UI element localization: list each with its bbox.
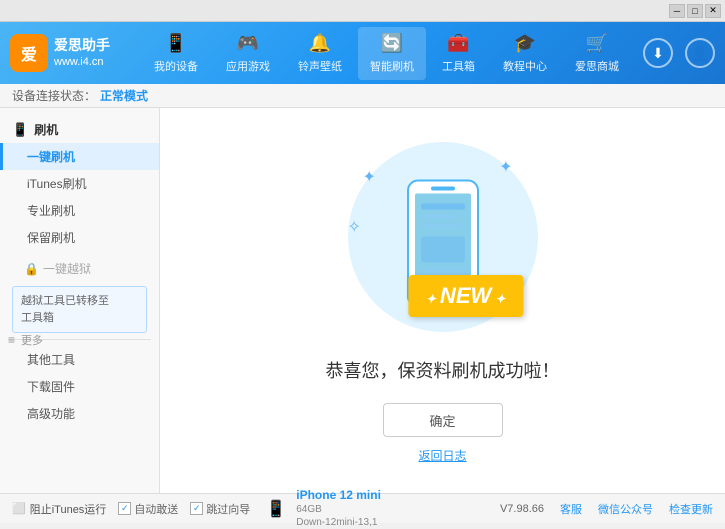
device-icon: 📱 — [266, 499, 286, 519]
sidebar-item-itunes[interactable]: iTunes刷机 — [0, 170, 159, 197]
sidebar-item-save-data[interactable]: 保留刷机 — [0, 224, 159, 251]
sidebar: 📱 刷机 一键刷机 iTunes刷机 专业刷机 保留刷机 🔒 一键越狱 越狱工具… — [0, 108, 160, 493]
main-container: 📱 刷机 一键刷机 iTunes刷机 专业刷机 保留刷机 🔒 一键越狱 越狱工具… — [0, 108, 725, 493]
close-button[interactable]: ✕ — [705, 4, 721, 18]
sidebar-divider-more: 更多 — [8, 339, 151, 340]
maximize-button[interactable]: □ — [687, 4, 703, 18]
confirm-button[interactable]: 确定 — [383, 403, 503, 437]
header-right: ⬇ 👤 — [643, 38, 715, 68]
nav-tutorial-label: 教程中心 — [503, 58, 547, 74]
nav-device-label: 我的设备 — [154, 58, 198, 74]
smart-nav-icon: 🔄 — [381, 33, 403, 54]
success-illustration: ✦ ✦ ✧ NEW — [333, 137, 553, 337]
auto-launch-checkbox[interactable]: ✓ 自动敢送 — [118, 501, 178, 517]
brand-url: www.i4.cn — [54, 55, 110, 70]
nav-toolbox-label: 工具箱 — [442, 58, 475, 74]
itunes-label: iTunes刷机 — [27, 177, 87, 191]
other-tools-label: 其他工具 — [27, 353, 75, 367]
sidebar-section-flash: 📱 刷机 一键刷机 iTunes刷机 专业刷机 保留刷机 — [0, 116, 159, 251]
toolbox-nav-icon: 🧰 — [447, 33, 469, 54]
device-nav-icon: 📱 — [165, 33, 187, 54]
nav-device[interactable]: 📱 我的设备 — [142, 27, 210, 80]
wizard-checkbox[interactable]: ✓ 跳过向导 — [190, 501, 250, 517]
status-label: 设备连接状态： — [12, 87, 96, 104]
sidebar-item-advanced[interactable]: 高级功能 — [0, 400, 159, 427]
bottom-bar: ⬜ 阻止iTunes运行 ✓ 自动敢送 ✓ 跳过向导 📱 iPhone 12 m… — [0, 493, 725, 523]
user-button[interactable]: 👤 — [685, 38, 715, 68]
tutorial-nav-icon: 🎓 — [514, 33, 536, 54]
nav-toolbox[interactable]: 🧰 工具箱 — [430, 27, 487, 80]
header: 爱 爱思助手 www.i4.cn 📱 我的设备 🎮 应用游戏 🔔 铃声壁纸 🔄 … — [0, 22, 725, 84]
success-message: 恭喜您，保资料刷机成功啦！ — [326, 357, 560, 383]
sparkle-icon-1: ✦ — [363, 167, 376, 187]
sidebar-locked-jailbreak: 🔒 一键越狱 — [0, 255, 159, 282]
apps-nav-icon: 🎮 — [237, 33, 259, 54]
stop-itunes-icon: ⬜ — [12, 502, 26, 515]
support-link[interactable]: 客服 — [560, 501, 582, 517]
nav-smart-label: 智能刷机 — [370, 58, 414, 74]
wechat-link[interactable]: 微信公众号 — [598, 501, 653, 517]
ringtone-nav-icon: 🔔 — [309, 33, 331, 54]
sparkle-icon-2: ✦ — [499, 157, 512, 177]
sidebar-note: 越狱工具已转移至工具箱 — [12, 286, 147, 333]
logo-icon: 爱 — [10, 34, 48, 72]
status-value: 正常模式 — [100, 87, 148, 104]
logo-text: 爱思助手 www.i4.cn — [54, 36, 110, 71]
locked-label: 一键越狱 — [43, 260, 91, 277]
pro-label: 专业刷机 — [27, 204, 75, 218]
more-section-label: 更多 — [21, 332, 43, 348]
sidebar-section-title-flash: 📱 刷机 — [0, 116, 159, 143]
window-controls[interactable]: ─ □ ✕ — [669, 4, 721, 18]
sidebar-item-pro[interactable]: 专业刷机 — [0, 197, 159, 224]
nav-ringtone[interactable]: 🔔 铃声壁纸 — [286, 27, 354, 80]
bottom-right: V7.98.66 客服 微信公众号 检查更新 — [500, 501, 713, 517]
sidebar-item-download[interactable]: 下载固件 — [0, 373, 159, 400]
auto-launch-label: 自动敢送 — [134, 501, 178, 517]
minimize-button[interactable]: ─ — [669, 4, 685, 18]
check-update-link[interactable]: 检查更新 — [669, 501, 713, 517]
status-bar: 设备连接状态： 正常模式 — [0, 84, 725, 108]
back-log-link[interactable]: 返回日志 — [418, 447, 466, 464]
sparkle-icon-3: ✧ — [348, 217, 361, 237]
nav-apps[interactable]: 🎮 应用游戏 — [214, 27, 282, 80]
new-badge: NEW — [408, 275, 523, 317]
sidebar-item-other-tools[interactable]: 其他工具 — [0, 346, 159, 373]
stop-itunes-control: ⬜ 阻止iTunes运行 — [12, 501, 106, 517]
wizard-label: 跳过向导 — [206, 501, 250, 517]
nav-store[interactable]: 🛒 爱思商城 — [563, 27, 631, 80]
auto-launch-checkbox-box[interactable]: ✓ — [118, 502, 131, 515]
download-button[interactable]: ⬇ — [643, 38, 673, 68]
advanced-label: 高级功能 — [27, 407, 75, 421]
flash-section-icon: 📱 — [12, 122, 28, 138]
lock-icon: 🔒 — [24, 262, 39, 276]
title-bar: ─ □ ✕ — [0, 0, 725, 22]
wizard-checkbox-box[interactable]: ✓ — [190, 502, 203, 515]
nav-apps-label: 应用游戏 — [226, 58, 270, 74]
logo-area: 爱 爱思助手 www.i4.cn — [10, 34, 110, 72]
nav-tutorial[interactable]: 🎓 教程中心 — [491, 27, 559, 80]
device-storage: 64GB — [296, 503, 381, 516]
save-data-label: 保留刷机 — [27, 231, 75, 245]
one-click-label: 一键刷机 — [27, 150, 75, 164]
download-label: 下载固件 — [27, 380, 75, 394]
flash-section-label: 刷机 — [34, 121, 58, 138]
content-area: ✦ ✦ ✧ NEW 恭喜您，保资料刷机成功啦！ 确定 返回日志 — [160, 108, 725, 493]
sidebar-note-text: 越狱工具已转移至工具箱 — [21, 295, 109, 324]
nav-smart[interactable]: 🔄 智能刷机 — [358, 27, 426, 80]
brand-name: 爱思助手 — [54, 36, 110, 56]
version-label: V7.98.66 — [500, 503, 544, 515]
device-name: iPhone 12 mini — [296, 488, 381, 504]
store-nav-icon: 🛒 — [586, 33, 608, 54]
nav-bar: 📱 我的设备 🎮 应用游戏 🔔 铃声壁纸 🔄 智能刷机 🧰 工具箱 🎓 教程中心… — [130, 27, 643, 80]
nav-ringtone-label: 铃声壁纸 — [298, 58, 342, 74]
sidebar-item-one-click[interactable]: 一键刷机 — [0, 143, 159, 170]
stop-itunes-label: 阻止iTunes运行 — [30, 501, 107, 517]
nav-store-label: 爱思商城 — [575, 58, 619, 74]
